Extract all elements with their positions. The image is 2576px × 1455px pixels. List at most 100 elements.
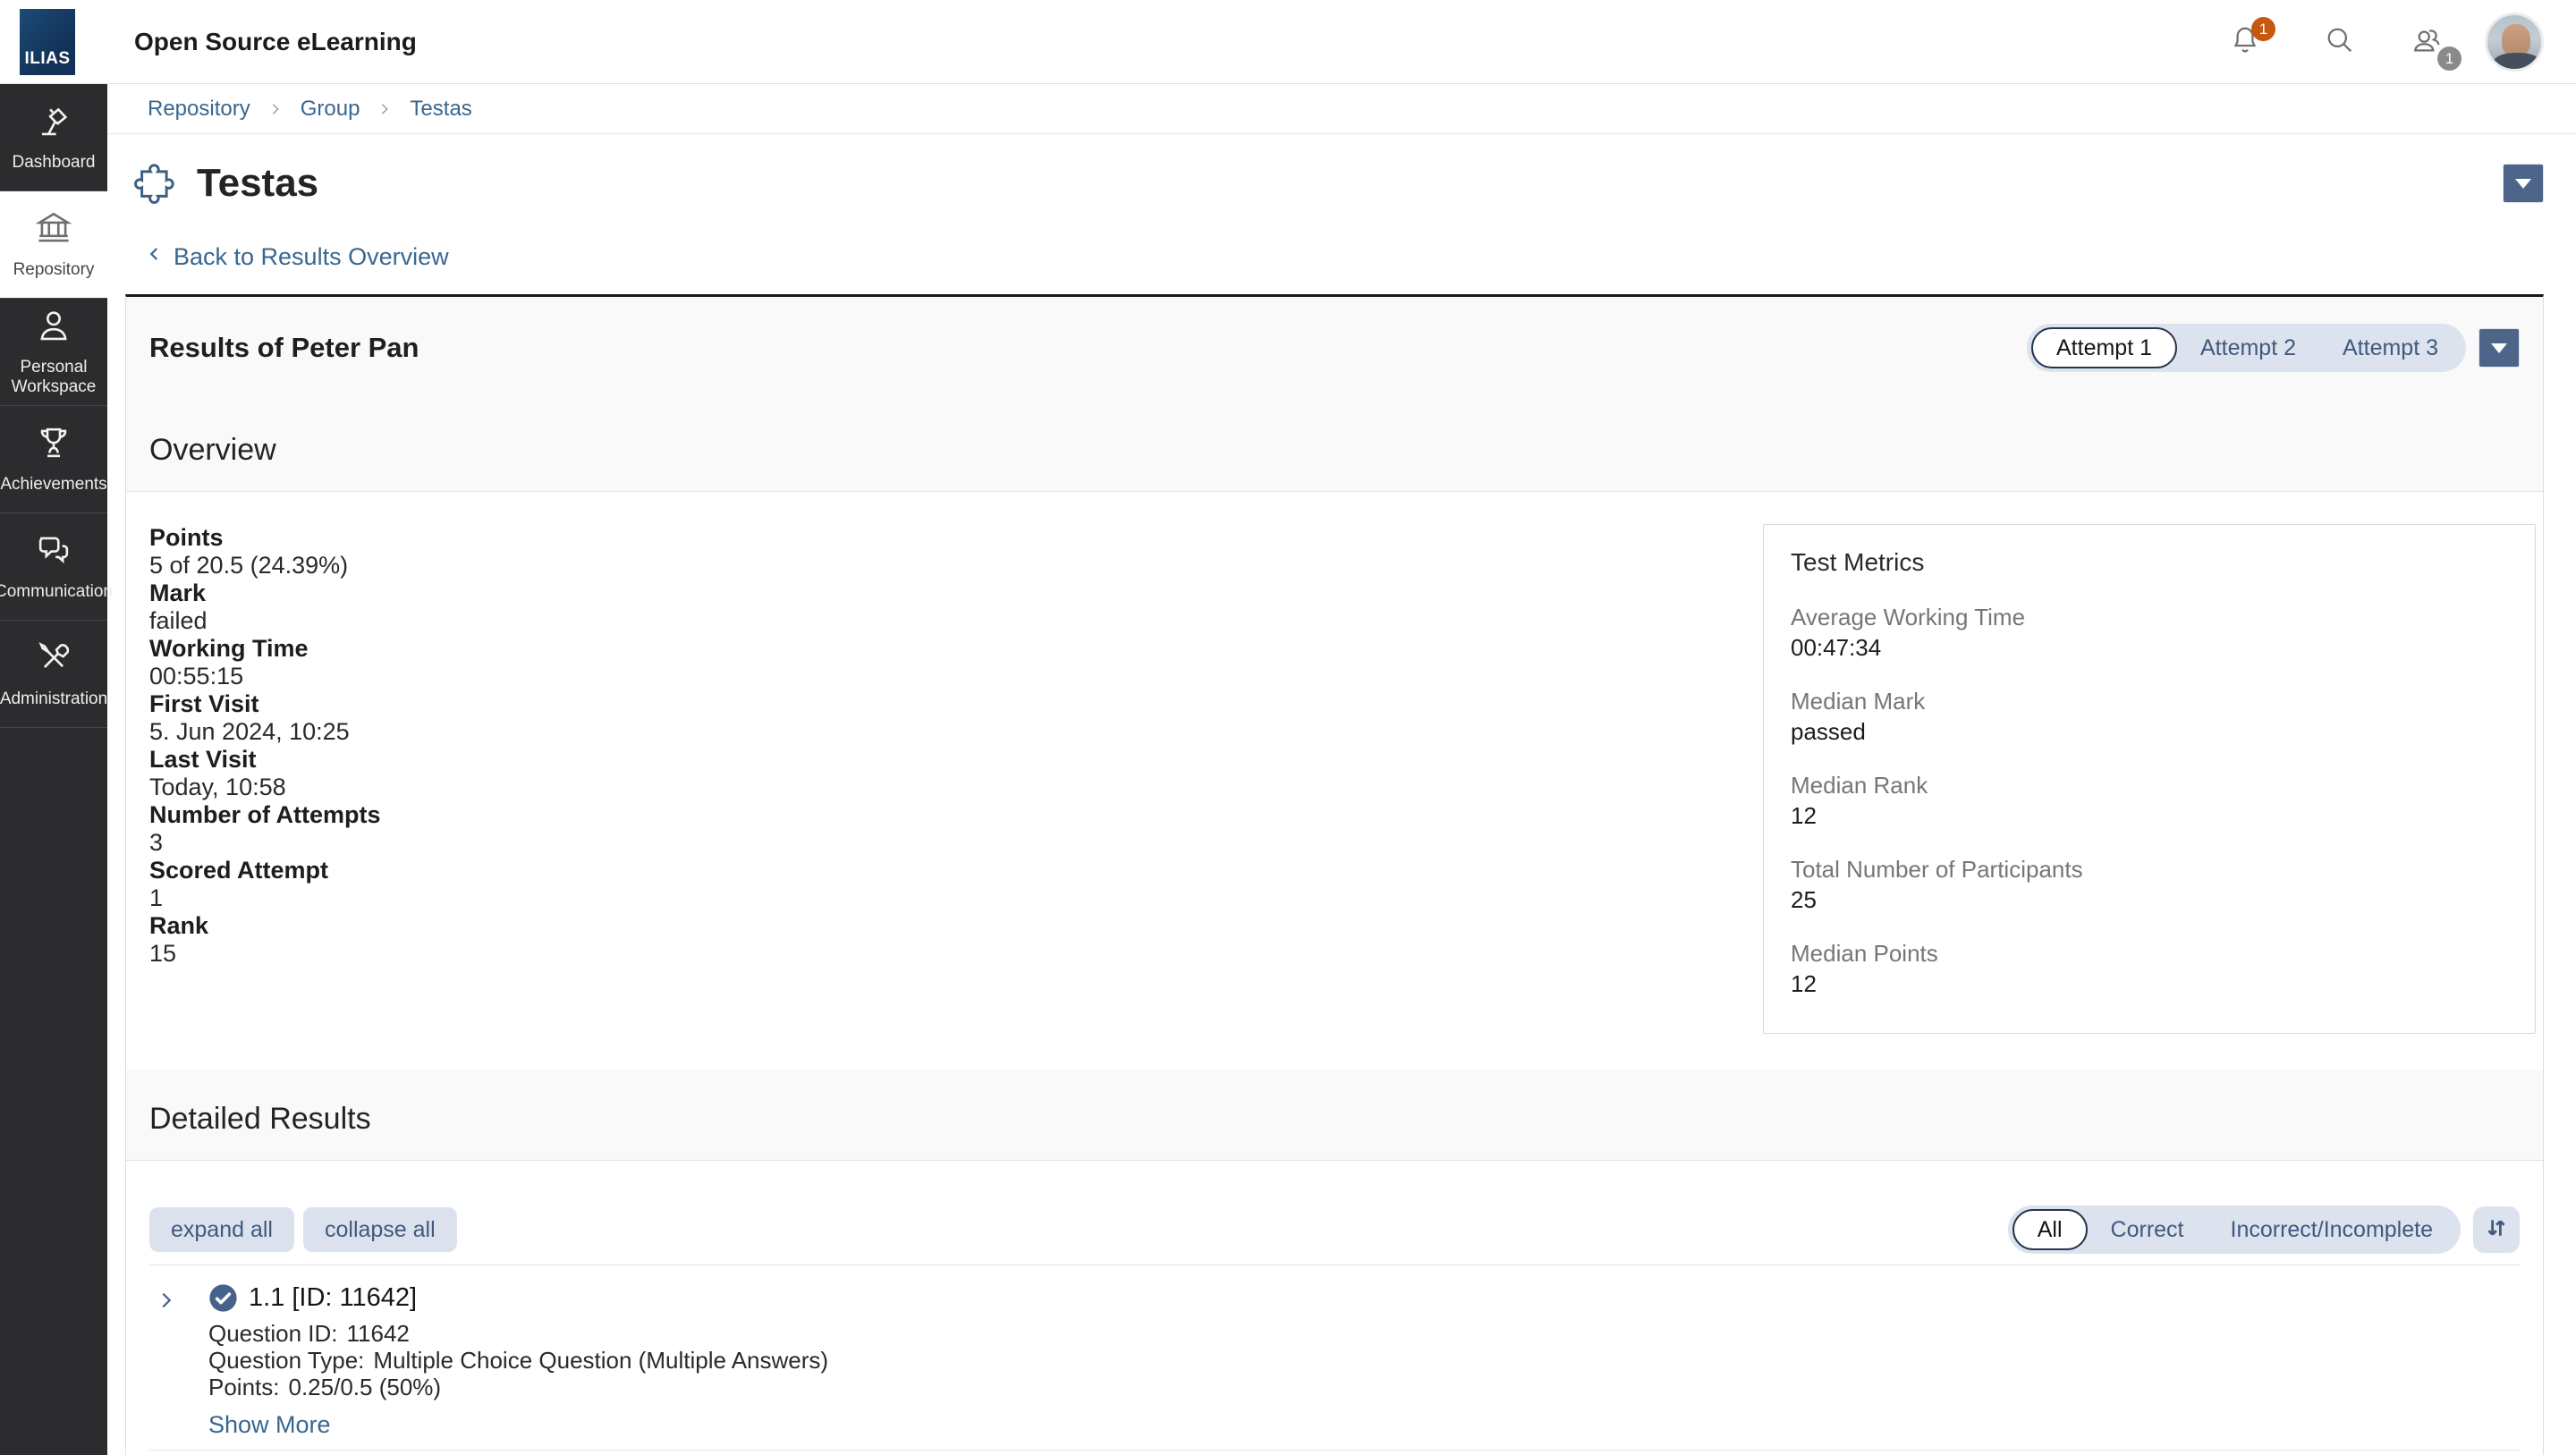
metric-label: Median Rank <box>1791 772 2508 799</box>
test-metrics-card: Test Metrics Average Working Time00:47:3… <box>1763 524 2536 1034</box>
overview-field-value: Today, 10:58 <box>149 774 1763 801</box>
question-property-value: 11642 <box>347 1320 410 1347</box>
breadcrumb: Repository Group Testas <box>107 84 2576 134</box>
metric-label: Median Mark <box>1791 688 2508 715</box>
filter-tab-all[interactable]: All <box>2012 1209 2088 1250</box>
back-to-results-link[interactable]: Back to Results Overview <box>147 243 449 271</box>
metric-label: Median Points <box>1791 940 2508 967</box>
breadcrumb-item[interactable]: Testas <box>410 97 471 122</box>
filter-controls: AllCorrectIncorrect/Incomplete <box>2008 1205 2520 1254</box>
overview-field-label: Rank <box>149 912 1763 940</box>
metric-value: 12 <box>1791 970 2508 997</box>
overview-field-label: Number of Attempts <box>149 801 1763 829</box>
metric-label: Total Number of Participants <box>1791 856 2508 883</box>
attempt-tab-attempt-3[interactable]: Attempt 3 <box>2319 327 2462 368</box>
expand-collapse-group: expand all collapse all <box>149 1207 457 1252</box>
question-property-row: Question ID:11642 <box>208 1320 2520 1347</box>
sidebar-item-label: Communication <box>0 582 113 602</box>
expand-all-button[interactable]: expand all <box>149 1207 294 1252</box>
metric-value: 12 <box>1791 802 2508 829</box>
ilias-logo[interactable]: ILIAS <box>20 9 75 75</box>
contacts-badge: 1 <box>2437 47 2462 71</box>
overview-field-label: Scored Attempt <box>149 857 1763 884</box>
overview-fields: Points5 of 20.5 (24.39%)MarkfailedWorkin… <box>149 524 1763 1034</box>
search-button[interactable] <box>2322 24 2358 60</box>
sort-order-button[interactable] <box>2473 1206 2520 1253</box>
breadcrumb-item[interactable]: Group <box>301 97 360 122</box>
breadcrumb-separator-icon <box>377 99 392 119</box>
overview-field-label: Working Time <box>149 635 1763 663</box>
page-header: Testas <box>132 161 2544 206</box>
collapse-all-button[interactable]: collapse all <box>303 1207 457 1252</box>
sidebar-item-communication[interactable]: Communication <box>0 513 107 621</box>
metric-value: 25 <box>1791 886 2508 913</box>
overview-field-label: Last Visit <box>149 746 1763 774</box>
detailed-results-heading: Detailed Results <box>126 1070 2543 1161</box>
test-metrics-fields: Average Working Time00:47:34Median Markp… <box>1791 604 2508 997</box>
trophy-icon <box>35 424 72 467</box>
attempt-tab-attempt-2[interactable]: Attempt 2 <box>2177 327 2319 368</box>
results-panel-title: Results of Peter Pan <box>149 332 419 364</box>
avatar-face <box>2502 24 2530 56</box>
results-panel-header: Results of Peter Pan Attempt 1Attempt 2A… <box>126 297 2543 401</box>
notifications-badge: 1 <box>2251 17 2275 41</box>
logo-text: ILIAS <box>24 49 70 69</box>
attempt-controls: Attempt 1Attempt 2Attempt 3 <box>2027 324 2520 372</box>
test-metrics-title: Test Metrics <box>1791 548 2508 577</box>
question-property-row: Question Type:Multiple Choice Question (… <box>208 1347 2520 1374</box>
breadcrumb-separator-icon <box>268 99 283 119</box>
page-actions-dropdown-button[interactable] <box>2503 164 2544 203</box>
person-icon <box>35 307 72 350</box>
sidebar-item-label: Dashboard <box>13 153 96 173</box>
main-sidebar: Dashboard Repository Personal Workspace Ach… <box>0 84 107 1455</box>
filter-tab-correct[interactable]: Correct <box>2088 1209 2207 1250</box>
filter-tab-incorrect-incomplete[interactable]: Incorrect/Incomplete <box>2207 1209 2457 1250</box>
contacts-button[interactable]: 1 <box>2410 24 2445 60</box>
overview-field-label: Mark <box>149 579 1763 607</box>
breadcrumb-item[interactable]: Repository <box>148 97 250 122</box>
question-expander-button[interactable] <box>149 1283 208 1439</box>
notifications-button[interactable]: 1 <box>2227 24 2263 60</box>
question-title-row: 1.1 [ID: 11642] <box>208 1283 2520 1313</box>
metric-value: passed <box>1791 718 2508 745</box>
sidebar-item-label: Achievements <box>0 475 106 495</box>
show-more-link[interactable]: Show More <box>208 1411 331 1439</box>
page-title: Testas <box>197 161 2503 206</box>
attempt-tab-attempt-1[interactable]: Attempt 1 <box>2031 327 2177 368</box>
attempt-dropdown-button[interactable] <box>2479 328 2520 368</box>
overview-field-value: 15 <box>149 940 1763 968</box>
detailed-results-controls: expand all collapse all AllCorrectIncorr… <box>149 1205 2520 1254</box>
overview-field-value: 5 of 20.5 (24.39%) <box>149 552 1763 579</box>
overview-field-label: First Visit <box>149 690 1763 718</box>
metric-value: 00:47:34 <box>1791 634 2508 661</box>
puzzle-icon <box>132 161 177 206</box>
question-properties: Question ID:11642Question Type:Multiple … <box>208 1320 2520 1400</box>
overview-heading: Overview <box>126 401 2543 492</box>
overview-field-value: 00:55:15 <box>149 663 1763 690</box>
detailed-results-body: expand all collapse all AllCorrectIncorr… <box>126 1161 2543 1455</box>
metric-group: Median Mark passed <box>1791 688 2508 745</box>
sidebar-item-personal-workspace[interactable]: Personal Workspace <box>0 299 107 406</box>
sidebar-item-repository[interactable]: Repository <box>0 191 107 299</box>
sidebar-item-achievements[interactable]: Achievements <box>0 406 107 513</box>
question-item: 1.1 [ID: 11642] Question ID:11642Question… <box>149 1265 2520 1451</box>
overview-field-value: failed <box>149 607 1763 635</box>
question-content: 1.1 [ID: 11642] Question ID:11642Question… <box>208 1283 2520 1439</box>
check-circle-icon <box>208 1283 238 1313</box>
results-panel: Results of Peter Pan Attempt 1Attempt 2A… <box>125 294 2544 1455</box>
sidebar-item-label: Personal Workspace <box>3 358 105 397</box>
user-avatar[interactable] <box>2485 13 2544 72</box>
overview-field-value: 5. Jun 2024, 10:25 <box>149 718 1763 746</box>
metric-group: Total Number of Participants 25 <box>1791 856 2508 913</box>
question-property-value: Multiple Choice Question (Multiple Answe… <box>373 1347 828 1374</box>
metric-group: Median Points 12 <box>1791 940 2508 997</box>
overview-field-value: 1 <box>149 884 1763 912</box>
overview-body: Points5 of 20.5 (24.39%)MarkfailedWorkin… <box>126 492 2543 1070</box>
question-property-row: Points:0.25/0.5 (50%) <box>208 1374 2520 1400</box>
correctness-filter: AllCorrectIncorrect/Incomplete <box>2008 1205 2461 1254</box>
sidebar-item-label: Repository <box>13 260 95 280</box>
sidebar-item-administration[interactable]: Administration <box>0 621 107 728</box>
back-row: Back to Results Overview <box>147 243 2576 271</box>
metric-group: Median Rank 12 <box>1791 772 2508 829</box>
sidebar-item-dashboard[interactable]: Dashboard <box>0 84 107 191</box>
